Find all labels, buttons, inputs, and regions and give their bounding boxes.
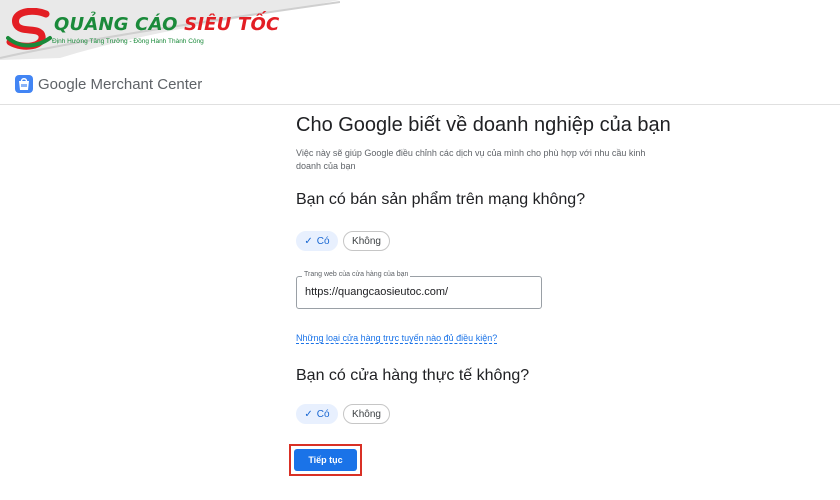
- continue-button[interactable]: Tiếp tục: [294, 449, 357, 471]
- page-title: Cho Google biết về doanh nghiệp của bạn: [296, 114, 671, 136]
- main-content: Cho Google biết về doanh nghiệp của bạn …: [296, 114, 671, 173]
- chip-label: Không: [352, 235, 381, 247]
- app-title: Google Merchant Center: [38, 76, 203, 93]
- eligible-stores-help-link[interactable]: Những loại cửa hàng trực tuyến nào đủ đi…: [296, 333, 498, 344]
- brand-banner: QUẢNG CÁO SIÊU TỐC Định Hướng Tăng Trưởn…: [0, 0, 340, 60]
- online-sales-question: Bạn có bán sản phẩm trên mạng không?: [296, 191, 586, 208]
- merchant-center-bag-icon: [15, 75, 33, 93]
- website-input[interactable]: [305, 286, 535, 298]
- brand-name-part1: QUẢNG CÁO: [54, 14, 178, 35]
- app-header: Google Merchant Center: [0, 66, 840, 105]
- brand-name: QUẢNG CÁO SIÊU TỐC: [54, 14, 279, 35]
- online-yes-chip[interactable]: ✓ Có: [296, 231, 338, 251]
- chip-label: Không: [352, 408, 381, 420]
- brand-tagline: Định Hướng Tăng Trưởng - Đồng Hành Thành…: [52, 38, 204, 45]
- website-field-label: Trang web của cửa hàng của bạn: [302, 271, 411, 278]
- brand-name-part2: SIÊU TỐC: [184, 14, 280, 35]
- website-field[interactable]: Trang web của cửa hàng của bạn: [296, 271, 542, 309]
- chip-label: Có: [316, 235, 330, 247]
- physical-no-chip[interactable]: Không: [343, 404, 390, 424]
- physical-store-question: Bạn có cửa hàng thực tế không?: [296, 367, 530, 384]
- page-description: Việc này sẽ giúp Google điều chỉnh các d…: [296, 148, 646, 171]
- check-icon: ✓: [304, 408, 313, 420]
- physical-yes-chip[interactable]: ✓ Có: [296, 404, 338, 424]
- brand-logo-icon: [6, 8, 52, 50]
- online-no-chip[interactable]: Không: [343, 231, 390, 251]
- check-icon: ✓: [304, 235, 313, 247]
- chip-label: Có: [316, 408, 330, 420]
